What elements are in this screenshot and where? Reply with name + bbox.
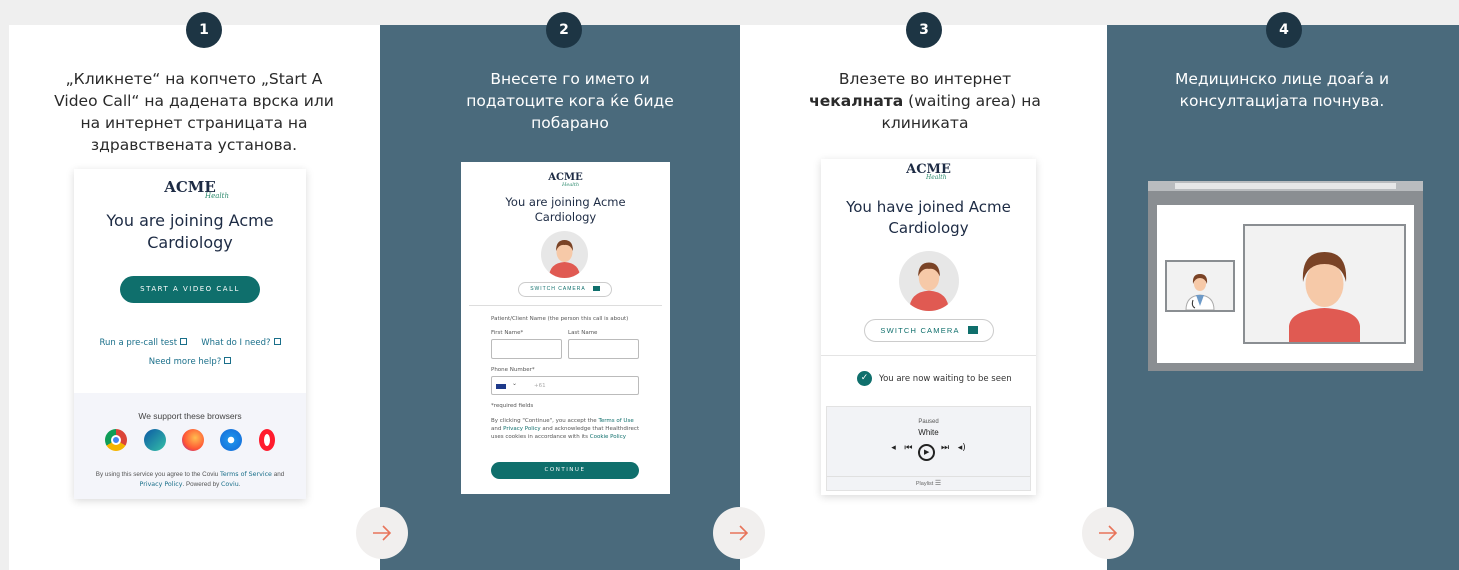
external-link-icon [224,357,232,364]
playlist-row[interactable]: Playlist ☰ [827,476,1030,490]
waiting-room-card: ACME Health You have joined Acme Cardiol… [821,159,1036,495]
terms-of-use-link[interactable]: Terms of Use [598,418,633,424]
browser-icons [74,429,306,456]
continue-button[interactable]: CONTINUE [491,462,639,479]
patient-video [1243,224,1406,344]
next-icon[interactable]: ⏭ [941,443,949,453]
last-name-field[interactable] [568,339,639,359]
cookie-policy-link[interactable]: Cookie Policy [590,434,626,440]
step-4-badge: 4 [1266,12,1302,48]
chevron-down-icon[interactable]: ⌄ [512,380,517,387]
help-links: Run a pre-call test What do I need? [74,337,306,348]
last-name-label: Last Name [568,330,598,336]
play-icon[interactable]: ▶ [918,444,936,461]
switch-camera-button[interactable]: SWITCH CAMERA [518,282,612,297]
legal-footer: By using this service you agree to the C… [95,471,285,488]
coviu-link[interactable]: Coviu [221,481,239,488]
acme-logo: ACME Health [548,172,583,188]
step-1-description: „Кликнете“ на копчето „Start A Video Cal… [54,70,334,154]
terms-of-service-link[interactable]: Terms of Service [220,471,272,478]
step-2-badge: 2 [546,12,582,48]
next-arrow [1082,507,1134,559]
check-circle-icon: ✓ [857,371,872,386]
phone-field[interactable]: ⌄ +61 [491,376,639,395]
step-3-panel: Влезете во интернет чекалната (waiting a… [713,25,1107,570]
step-4-panel: Медицинско лице доаѓа и консултацијата п… [1082,25,1459,570]
card-title: You have joined Acme Cardiology [846,198,1011,237]
start-video-call-button[interactable]: START A VIDEO CALL [120,276,260,303]
browsers-heading: We support these browsers [138,411,242,421]
browsers-section: We support these browsers By using this … [74,393,306,499]
patient-avatar [899,251,959,311]
camera-icon [967,326,978,334]
camera-icon [592,286,600,291]
first-name-field[interactable] [491,339,562,359]
safari-icon [220,429,243,451]
pre-call-test-link[interactable]: Run a pre-call test [99,338,188,348]
step-2-description: Внесете го името и податоците кога ќе би… [466,70,674,132]
player-status: Paused [918,419,939,425]
divider [469,305,662,306]
arrow-right-icon [1099,525,1118,541]
patient-avatar [541,231,588,278]
step-1-panel: „Кликнете“ на копчето „Start A Video Cal… [9,25,380,570]
phone-label: Phone Number* [491,367,535,373]
divider [821,355,1036,356]
join-card: ACME Health You are joining Acme Cardiol… [74,169,306,499]
step-1-badge: 1 [186,12,222,48]
privacy-policy-link[interactable]: Privacy Policy [140,481,183,488]
volume-down-icon[interactable]: ◂ [891,443,896,453]
step-3-description: Влезете во интернет чекалната (waiting a… [809,70,1041,132]
switch-camera-button[interactable]: SWITCH CAMERA [864,319,994,342]
step-2-panel: Внесете го името и податоците кога ќе би… [356,25,740,570]
next-arrow [713,507,765,559]
edge-icon [143,429,166,451]
required-note: *required fields [491,403,534,409]
external-link-icon [273,338,281,345]
what-do-i-need-link[interactable]: What do I need? [201,338,281,348]
music-player: Paused White ◂ ⏮ ▶ ⏭ ◂) Playlist ☰ [826,406,1031,491]
player-controls: ◂ ⏮ ▶ ⏭ ◂) [827,443,1030,461]
acme-logo: ACME Health [906,162,951,181]
privacy-policy-link[interactable]: Privacy Policy [503,426,540,432]
video-call-window [1148,181,1423,371]
patient-label: Patient/Client Name (the person this cal… [491,316,629,322]
video-area [1157,205,1414,363]
doctor-thumbnail [1165,260,1235,312]
arrow-right-icon [373,525,392,541]
external-link-icon [180,338,188,345]
arrow-right-icon [730,525,749,541]
step-3-badge: 3 [906,12,942,48]
window-titlebar [1148,181,1423,191]
doctor-icon [1185,274,1215,311]
card-title: You are joining Acme Cardiology [106,211,274,252]
list-icon: ☰ [934,480,942,487]
legal-text: By clicking "Continue", you accept the T… [491,418,640,440]
waiting-status: ✓ You are now waiting to be seen [857,371,1012,386]
next-arrow [356,507,408,559]
previous-icon[interactable]: ⏮ [904,443,912,453]
acme-logo: ACME Health [164,178,229,200]
volume-up-icon[interactable]: ◂) [958,443,966,453]
opera-icon [258,429,275,451]
au-flag-icon [496,384,506,389]
card-title: You are joining Acme Cardiology [505,195,626,224]
patient-icon [1289,252,1360,342]
details-form-card: ACME Health You are joining Acme Cardiol… [461,162,670,494]
step-4-description: Медицинско лице доаѓа и консултацијата п… [1174,70,1390,110]
player-track: White [918,428,939,437]
first-name-label: First Name* [491,330,524,336]
need-more-help-link[interactable]: Need more help? [149,357,232,367]
chrome-icon [105,429,128,451]
firefox-icon [182,429,204,451]
